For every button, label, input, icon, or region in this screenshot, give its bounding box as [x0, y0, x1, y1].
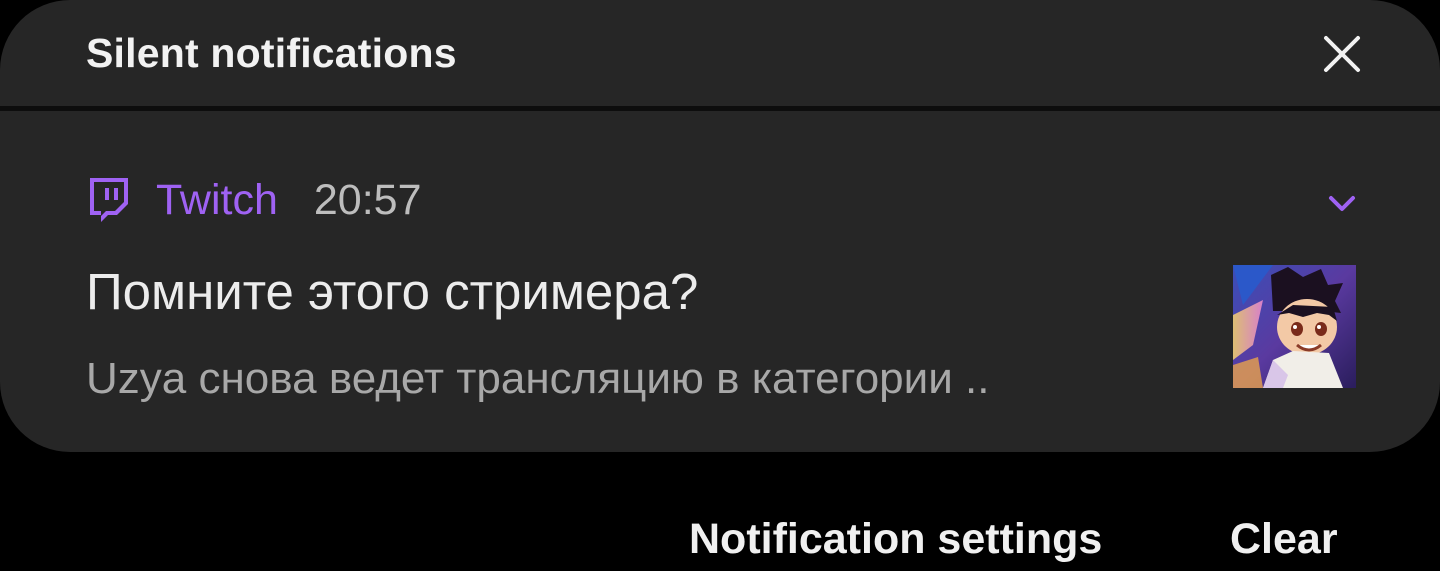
- notification-title: Помните этого стримера?: [86, 263, 699, 320]
- chevron-down-icon[interactable]: [1326, 190, 1358, 216]
- close-icon[interactable]: [1320, 32, 1364, 76]
- header-divider: [0, 106, 1440, 111]
- notification-app-row: Twitch 20:57: [86, 172, 421, 228]
- stream-thumbnail-image: [1233, 265, 1356, 388]
- notification-settings-button[interactable]: Notification settings: [689, 515, 1102, 564]
- notification-body: Uzya снова ведет трансляцию в категории …: [86, 354, 990, 403]
- silent-notifications-panel: Silent notifications Twitch 20:57 Помнит…: [0, 0, 1440, 452]
- panel-header: Silent notifications: [0, 0, 1440, 106]
- clear-button[interactable]: Clear: [1230, 515, 1338, 564]
- twitch-icon: [90, 178, 128, 222]
- app-name: Twitch: [156, 175, 278, 224]
- notification-time: 20:57: [313, 175, 422, 224]
- panel-title: Silent notifications: [86, 30, 457, 76]
